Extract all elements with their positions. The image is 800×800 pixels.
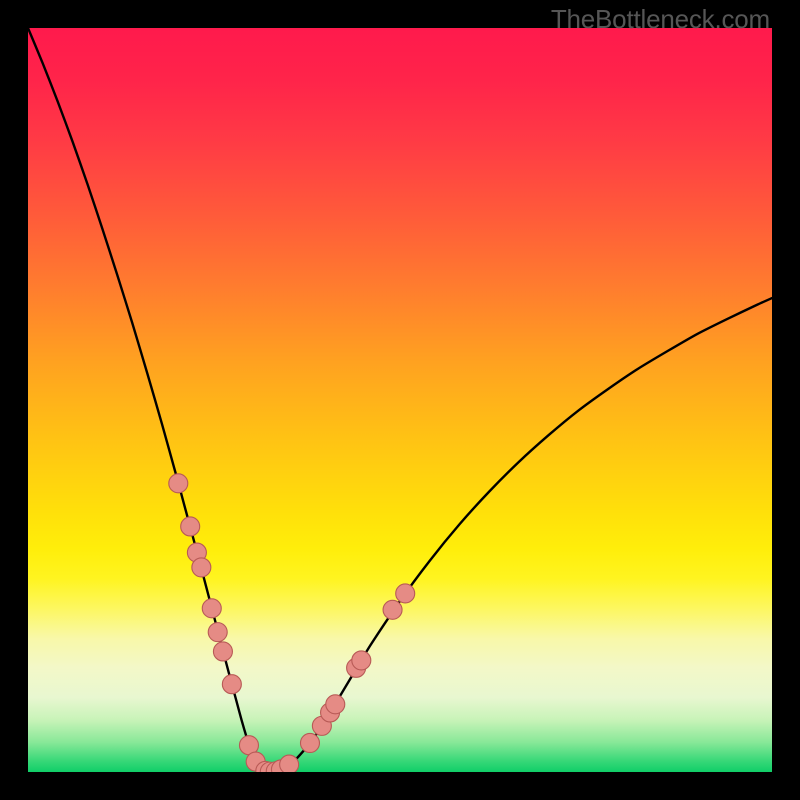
data-marker [202,599,221,618]
data-marker [169,474,188,493]
data-marker [383,600,402,619]
data-marker [396,584,415,603]
data-marker [280,755,299,772]
data-marker [208,623,227,642]
gradient-background [28,28,772,772]
bottleneck-chart [28,28,772,772]
data-marker [213,642,232,661]
chart-frame [28,28,772,772]
data-marker [192,558,211,577]
data-marker [326,695,345,714]
data-marker [181,517,200,536]
data-marker [222,675,241,694]
data-marker [300,733,319,752]
data-marker [352,651,371,670]
watermark-text: TheBottleneck.com [551,4,770,35]
